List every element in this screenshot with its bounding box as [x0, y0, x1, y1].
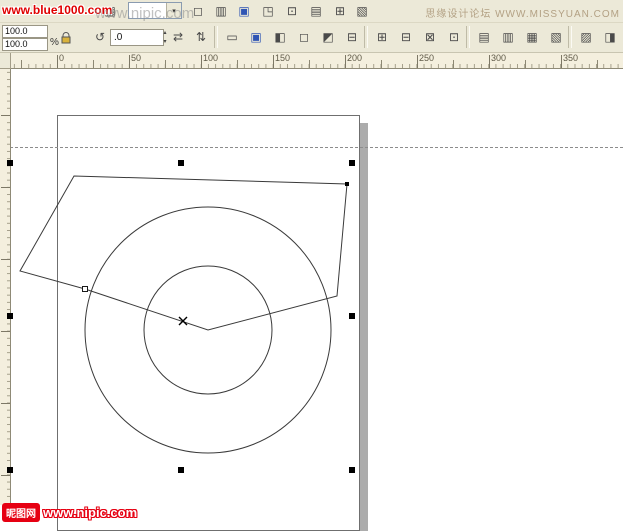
ruler-origin-corner: [0, 52, 11, 69]
ruler-label-0: 0: [59, 53, 64, 63]
toolbar-separator: [214, 26, 218, 48]
ruler-label-300: 300: [491, 53, 506, 63]
distribute-icon[interactable]: ▥: [498, 28, 518, 46]
align-icon[interactable]: ▤: [474, 28, 494, 46]
rotation-angle-field[interactable]: .0: [110, 29, 164, 46]
simplify-icon[interactable]: ⊟: [342, 28, 362, 46]
nipic-url: www.nipic.com: [43, 505, 137, 520]
spinner-down-icon[interactable]: ▾: [163, 38, 166, 46]
pan-icon[interactable]: ▥: [211, 2, 231, 20]
marquee-icon[interactable]: ⊡: [282, 2, 302, 20]
ruler-label-350: 350: [563, 53, 578, 63]
spinner-up-icon[interactable]: ▴: [163, 29, 166, 37]
scale-x-field[interactable]: 100.0: [2, 25, 48, 38]
ruler-label-150: 150: [275, 53, 290, 63]
nipic-logo: 昵图网: [2, 503, 40, 522]
wrap-text-icon[interactable]: ▭: [222, 28, 242, 46]
intersect-icon[interactable]: ◩: [318, 28, 338, 46]
selection-handle-middle-left[interactable]: [7, 313, 13, 319]
combine-icon[interactable]: ▣: [246, 28, 266, 46]
ruler-label-100: 100: [203, 53, 218, 63]
selection-handle-top-center[interactable]: [178, 160, 184, 166]
property-bar: 100.0 100.0 % ↺ .0 ▴ ▾ ⇄⇅▭▣◧◻◩⊟⊞⊟⊠⊡▤▥▦▧▨…: [0, 23, 623, 53]
grid-icon[interactable]: ▤: [306, 2, 326, 20]
missyuan-watermark: 思缘设计论坛 WWW.MISSYUAN.COM: [425, 5, 620, 20]
mirror-horizontal-icon[interactable]: ⇄: [168, 28, 188, 46]
back-one-icon[interactable]: ⊡: [444, 28, 464, 46]
import-icon[interactable]: ▣: [234, 2, 254, 20]
ungroup-icon[interactable]: ▧: [546, 28, 566, 46]
selection-handle-top-right[interactable]: [349, 160, 355, 166]
forward-one-icon[interactable]: ⊠: [420, 28, 440, 46]
convert-to-curves-icon[interactable]: ▨: [576, 28, 596, 46]
vertical-ruler[interactable]: [0, 69, 11, 505]
selection-handle-bottom-right[interactable]: [349, 467, 355, 473]
scale-y-field[interactable]: 100.0: [2, 38, 48, 51]
ruler-label-250: 250: [419, 53, 434, 63]
outline-width-icon[interactable]: ◨: [600, 28, 620, 46]
to-front-icon[interactable]: ⊞: [372, 28, 392, 46]
lock-icon: [61, 32, 71, 44]
options-icon[interactable]: ▧: [352, 2, 372, 20]
selection-handle-top-left[interactable]: [7, 160, 13, 166]
selection-handle-middle-right[interactable]: [349, 313, 355, 319]
document-page[interactable]: [57, 115, 360, 531]
group-icon[interactable]: ▦: [522, 28, 542, 46]
horizontal-ruler[interactable]: 0 50 100 150 200 250 300 350: [11, 52, 623, 69]
page-shadow: [360, 123, 368, 531]
horizontal-guideline[interactable]: [0, 147, 623, 148]
guides-icon[interactable]: ⊞: [330, 2, 350, 20]
mirror-vertical-icon[interactable]: ⇅: [191, 28, 211, 46]
weld-icon[interactable]: ◧: [270, 28, 290, 46]
toolbar-separator: [568, 26, 572, 48]
nipic-bottom-watermark: 昵图网 www.nipic.com: [2, 503, 137, 522]
toolbar-separator: [364, 26, 368, 48]
toolbar-separator: [466, 26, 470, 48]
nipic-toolbar-watermark: www.nipic.com: [95, 5, 194, 22]
trim-icon[interactable]: ◻: [294, 28, 314, 46]
ruler-label-50: 50: [131, 53, 141, 63]
ruler-label-200: 200: [347, 53, 362, 63]
selection-handle-bottom-center[interactable]: [178, 467, 184, 473]
to-back-icon[interactable]: ⊟: [396, 28, 416, 46]
export-icon[interactable]: ◳: [258, 2, 278, 20]
selection-handle-bottom-left[interactable]: [7, 467, 13, 473]
lock-ratio-button[interactable]: [58, 27, 74, 48]
rotate-icon: ↺: [92, 28, 108, 46]
